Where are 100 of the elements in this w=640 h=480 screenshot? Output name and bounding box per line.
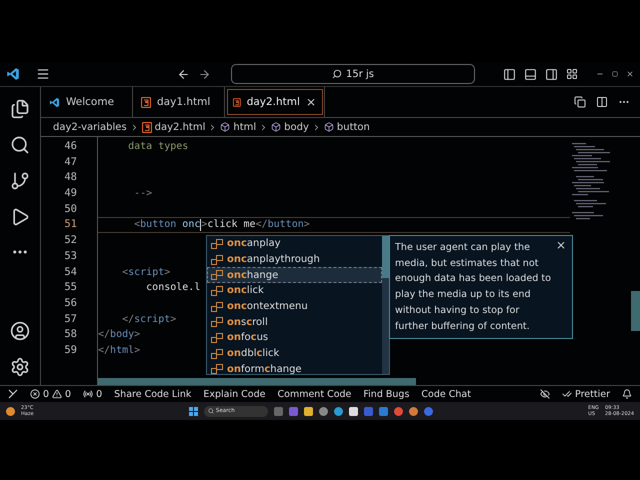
html-file-icon [233, 96, 241, 108]
open-preview-icon[interactable] [574, 96, 586, 108]
suggestion-item[interactable]: ondblclick [207, 346, 382, 362]
code-token: --> [133, 188, 152, 200]
error-count[interactable]: 0 [43, 388, 50, 400]
code-token: </ [98, 329, 110, 340]
code-token: > [170, 314, 176, 325]
vscode-logo-icon[interactable] [6, 67, 20, 81]
breadcrumb-item[interactable]: html [233, 122, 256, 132]
editor-tab[interactable]: Welcome [41, 87, 133, 117]
weather-icon[interactable] [6, 406, 15, 416]
suggestion-item[interactable]: oncanplaythrough [207, 252, 382, 268]
breadcrumb-item[interactable]: button [336, 122, 370, 132]
editor-tab[interactable]: day1.html [133, 87, 225, 117]
code-token: onc [181, 219, 200, 230]
browser-icon[interactable] [334, 406, 343, 416]
ports-count[interactable]: 0 [96, 388, 102, 400]
code-token: </ [98, 344, 110, 356]
element-icon [220, 122, 230, 132]
property-icon [211, 302, 223, 312]
code-token: > [304, 219, 310, 230]
documentation-text: The user agent can play the media, but estimates that not enough data has been loaded to play the media up to its end without having to stop for further buffering of content. [395, 242, 552, 332]
property-icon [211, 286, 223, 296]
back-arrow-icon[interactable] [177, 68, 190, 80]
breadcrumb-item[interactable]: body [284, 122, 309, 132]
code-token: script [134, 314, 170, 325]
customize-layout-icon[interactable] [566, 68, 578, 80]
toggle-sidebar-icon[interactable] [503, 68, 516, 80]
code-token: body [110, 329, 134, 340]
property-icon [211, 270, 223, 280]
code-token: < [133, 219, 140, 230]
editor-tab[interactable]: day2.html × [225, 87, 325, 117]
split-editor-icon[interactable] [596, 96, 608, 108]
toggle-secondary-sidebar-icon[interactable] [545, 68, 558, 80]
settings-icon[interactable] [10, 357, 30, 377]
double-check-icon[interactable] [562, 389, 572, 399]
formatter-status[interactable]: Prettier [575, 388, 610, 400]
source-control-icon[interactable] [10, 171, 30, 191]
explorer-icon[interactable] [10, 99, 30, 119]
command-search-field[interactable]: 15r js [231, 64, 475, 84]
close-button[interactable]: × [556, 238, 566, 254]
toggle-panel-icon[interactable] [524, 68, 537, 80]
suggestion-item[interactable]: onclick [207, 283, 382, 299]
search-icon [332, 69, 342, 79]
suggestion-item[interactable]: onfocus [207, 330, 382, 346]
scrollbar-thumb[interactable] [382, 236, 389, 278]
code-token: > [201, 219, 208, 230]
code-token: > [164, 266, 170, 278]
warning-count[interactable]: 0 [65, 388, 72, 400]
line-number: 53 [63, 248, 77, 264]
warning-icon[interactable] [52, 389, 62, 399]
breadcrumb-item[interactable]: day2-variables [53, 122, 127, 132]
status-bar-item[interactable]: Share Code Link [114, 388, 192, 400]
notifications-icon[interactable] [622, 389, 632, 399]
code-token: </ [121, 314, 134, 325]
scrollbar-thumb[interactable] [98, 378, 416, 385]
code-token: script [128, 266, 164, 278]
property-icon [211, 364, 223, 374]
close-icon[interactable] [626, 70, 634, 78]
suggestion-item[interactable]: onscroll [207, 314, 382, 330]
suggestion-item[interactable]: onchange [207, 267, 382, 284]
windows-start-icon[interactable] [188, 406, 198, 416]
code-token: html [110, 344, 134, 356]
code-token: console.l [145, 282, 200, 294]
code-token: > [134, 329, 140, 340]
maximize-icon[interactable] [612, 71, 618, 77]
property-icon [211, 332, 223, 343]
line-number: 49 [63, 186, 77, 202]
code-token: button [140, 219, 176, 230]
scrollbar-thumb[interactable] [631, 291, 640, 331]
suggestion-item[interactable]: oncanplay [207, 236, 382, 252]
breadcrumb-item[interactable]: day2.html [154, 122, 206, 132]
element-icon [324, 122, 334, 132]
line-number: 59 [63, 342, 77, 358]
code-token: data types [127, 141, 188, 152]
status-bar-item[interactable]: Explain Code [203, 388, 266, 400]
line-number: 48 [63, 170, 77, 186]
suggestion-item[interactable]: oncontextmenu [207, 298, 382, 314]
property-icon [211, 317, 223, 328]
line-number: 46 [63, 139, 77, 154]
status-bar-item[interactable]: Comment Code [278, 388, 352, 400]
line-number: 54 [63, 264, 77, 280]
menu-icon[interactable] [36, 67, 50, 81]
forward-arrow-icon[interactable] [198, 68, 211, 80]
close-button[interactable]: × [306, 95, 316, 109]
suggestion-item[interactable]: onformchange [207, 362, 382, 374]
status-bar-item[interactable]: Code Chat [421, 388, 471, 400]
error-icon[interactable] [30, 389, 40, 399]
code-editor-icon[interactable] [378, 406, 388, 416]
line-number: 56 [63, 296, 77, 311]
line-number: 47 [63, 154, 77, 170]
code-token: < [121, 266, 128, 278]
status-bar-item[interactable]: Find Bugs [363, 388, 410, 400]
html-file-icon [141, 96, 151, 108]
account-icon[interactable] [10, 321, 30, 341]
line-number: 52 [63, 233, 77, 248]
search-icon[interactable] [10, 135, 30, 155]
eye-off-icon[interactable] [540, 389, 550, 399]
vscode-logo-icon [49, 96, 60, 108]
ports-icon[interactable] [83, 389, 94, 399]
